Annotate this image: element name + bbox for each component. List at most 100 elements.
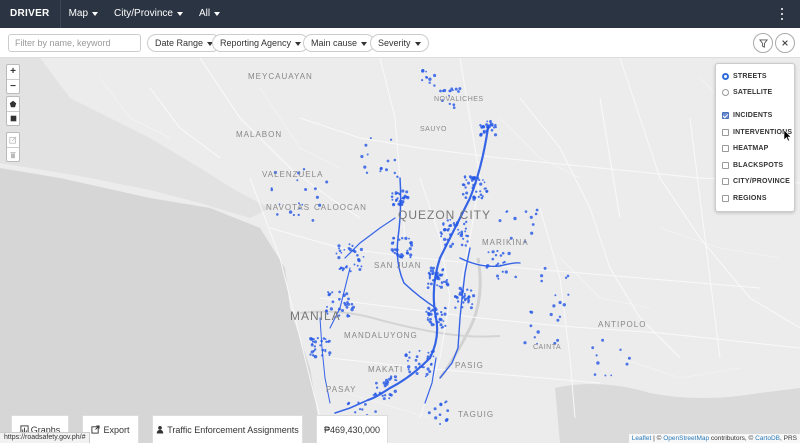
incident-marker[interactable]: [393, 389, 397, 393]
incident-marker[interactable]: [432, 355, 435, 358]
incident-marker[interactable]: [593, 373, 597, 376]
incident-marker[interactable]: [540, 274, 544, 278]
incident-marker[interactable]: [475, 190, 478, 193]
incident-marker[interactable]: [331, 291, 334, 294]
incident-marker[interactable]: [534, 212, 538, 216]
app-brand[interactable]: DRIVER: [0, 0, 61, 28]
more-options-icon[interactable]: [780, 8, 784, 20]
incident-marker[interactable]: [347, 401, 351, 405]
incident-marker[interactable]: [462, 301, 465, 304]
incident-marker[interactable]: [310, 343, 314, 347]
layer-satellite[interactable]: SATELLITE: [722, 85, 794, 102]
incident-marker[interactable]: [415, 372, 419, 375]
incident-marker[interactable]: [627, 356, 631, 360]
incident-marker[interactable]: [373, 393, 377, 397]
incident-marker[interactable]: [451, 242, 455, 246]
incident-marker[interactable]: [531, 223, 535, 226]
incident-marker[interactable]: [456, 300, 460, 303]
incident-marker[interactable]: [619, 348, 622, 351]
incident-marker[interactable]: [419, 365, 421, 368]
incident-marker[interactable]: [393, 158, 397, 162]
incident-marker[interactable]: [389, 377, 393, 380]
incident-marker[interactable]: [339, 266, 343, 270]
incident-marker[interactable]: [313, 355, 316, 358]
incident-marker[interactable]: [350, 307, 354, 312]
incident-marker[interactable]: [464, 244, 467, 247]
incident-marker[interactable]: [443, 312, 447, 316]
incident-marker[interactable]: [501, 270, 504, 273]
incident-marker[interactable]: [408, 247, 412, 251]
incident-marker[interactable]: [476, 176, 480, 180]
incident-marker[interactable]: [523, 341, 527, 345]
incident-marker[interactable]: [353, 263, 356, 266]
incident-marker[interactable]: [314, 187, 317, 191]
incident-marker[interactable]: [304, 188, 308, 191]
incident-marker[interactable]: [390, 195, 394, 198]
incident-marker[interactable]: [426, 357, 429, 360]
delete-layers-button[interactable]: [7, 147, 19, 161]
incident-marker[interactable]: [393, 248, 397, 251]
incident-marker[interactable]: [444, 280, 448, 284]
incident-marker[interactable]: [276, 213, 279, 216]
incident-marker[interactable]: [458, 87, 462, 91]
incident-marker[interactable]: [383, 394, 387, 397]
incident-marker[interactable]: [440, 311, 443, 314]
incident-marker[interactable]: [408, 237, 410, 240]
incident-marker[interactable]: [595, 354, 598, 357]
checkbox[interactable]: [722, 145, 729, 153]
incident-marker[interactable]: [486, 125, 489, 129]
incident-marker[interactable]: [362, 256, 365, 258]
incident-marker[interactable]: [564, 276, 568, 279]
incident-marker[interactable]: [393, 251, 396, 255]
incident-marker[interactable]: [431, 308, 435, 312]
incident-marker[interactable]: [426, 318, 430, 321]
incident-marker[interactable]: [504, 270, 508, 274]
incident-marker[interactable]: [477, 195, 480, 198]
incident-marker[interactable]: [417, 362, 421, 366]
incident-marker[interactable]: [388, 393, 392, 396]
incident-marker[interactable]: [601, 338, 605, 342]
incident-marker[interactable]: [390, 138, 393, 141]
incident-marker[interactable]: [543, 266, 547, 270]
incident-marker[interactable]: [364, 403, 367, 406]
incident-marker[interactable]: [535, 208, 539, 212]
incident-marker[interactable]: [428, 81, 431, 84]
incident-marker[interactable]: [445, 418, 449, 421]
incident-marker[interactable]: [421, 69, 425, 73]
incident-marker[interactable]: [448, 224, 451, 228]
incident-marker[interactable]: [442, 280, 445, 283]
incident-marker[interactable]: [442, 223, 445, 226]
incident-marker[interactable]: [315, 195, 319, 199]
cartodb-link[interactable]: CartoDB: [755, 435, 780, 442]
incident-marker[interactable]: [393, 171, 396, 175]
incident-marker[interactable]: [428, 320, 431, 323]
incident-marker[interactable]: [309, 353, 312, 356]
incident-marker[interactable]: [479, 124, 482, 127]
incident-marker[interactable]: [435, 320, 439, 324]
incident-marker[interactable]: [427, 411, 431, 415]
incident-marker[interactable]: [396, 175, 399, 178]
incident-marker[interactable]: [465, 179, 468, 181]
incident-marker[interactable]: [270, 188, 274, 192]
incident-marker[interactable]: [319, 344, 322, 347]
incident-marker[interactable]: [428, 370, 432, 374]
incident-marker[interactable]: [369, 137, 372, 140]
incident-marker[interactable]: [404, 236, 408, 240]
incident-marker[interactable]: [494, 254, 498, 257]
incident-marker[interactable]: [469, 306, 473, 310]
incident-marker[interactable]: [400, 201, 404, 205]
incident-marker[interactable]: [327, 291, 330, 294]
incident-marker[interactable]: [479, 193, 483, 197]
incident-marker[interactable]: [465, 191, 469, 195]
incident-marker[interactable]: [452, 222, 456, 225]
incident-marker[interactable]: [381, 394, 384, 397]
clear-filters-button[interactable]: [775, 33, 795, 53]
incident-marker[interactable]: [320, 339, 323, 343]
incident-marker[interactable]: [433, 84, 436, 87]
incident-marker[interactable]: [395, 252, 399, 256]
incident-marker[interactable]: [356, 264, 359, 267]
incident-marker[interactable]: [431, 279, 435, 282]
zoom-out-button[interactable]: −: [7, 79, 19, 93]
incident-marker[interactable]: [441, 268, 445, 271]
incident-marker[interactable]: [558, 315, 562, 318]
